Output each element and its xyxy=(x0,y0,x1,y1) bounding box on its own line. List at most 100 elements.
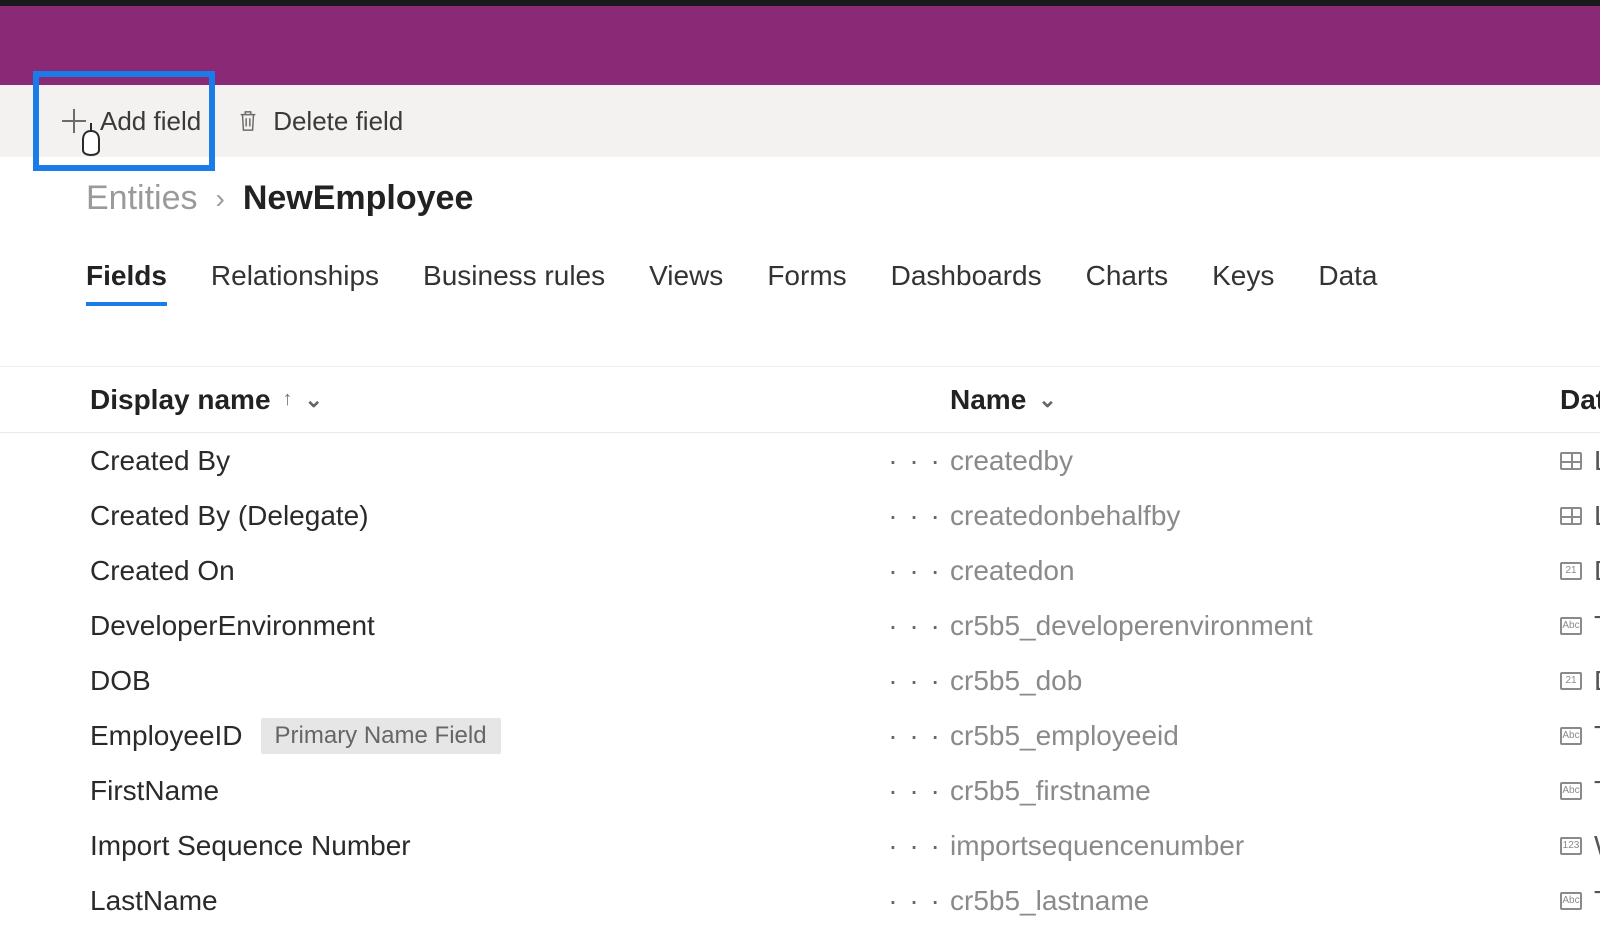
table-row[interactable]: Created By (Delegate) · · ·createdonbehal… xyxy=(0,488,1600,543)
name-cell: importsequencenumber xyxy=(950,830,1560,862)
name-cell: cr5b5_firstname xyxy=(950,775,1560,807)
display-name-cell: DOB xyxy=(90,665,880,697)
data-type-text: Date O xyxy=(1594,665,1600,697)
row-more-icon[interactable]: · · · xyxy=(880,610,950,642)
column-data-type-label: Data type xyxy=(1560,384,1600,416)
text-type-icon: Abc xyxy=(1560,727,1582,745)
data-type-cell: Lookup xyxy=(1560,445,1600,477)
row-more-icon[interactable]: · · · xyxy=(880,775,950,807)
chevron-down-icon[interactable]: ⌄ xyxy=(305,387,323,413)
tab-forms[interactable]: Forms xyxy=(767,260,846,306)
trash-icon xyxy=(237,108,259,134)
sort-ascending-icon: ↑ xyxy=(283,388,293,411)
data-type-text: Lookup xyxy=(1594,500,1600,532)
data-type-text: Text xyxy=(1594,720,1600,752)
display-name-cell: Created By xyxy=(90,445,880,477)
data-type-cell: 21 Date a xyxy=(1560,555,1600,587)
add-field-label: Add field xyxy=(100,106,201,137)
data-type-cell: Lookup xyxy=(1560,500,1600,532)
column-name-label: Name xyxy=(950,384,1026,416)
name-cell: createdon xyxy=(950,555,1560,587)
tab-dashboards[interactable]: Dashboards xyxy=(891,260,1042,306)
data-type-text: Text xyxy=(1594,610,1600,642)
tab-fields[interactable]: Fields xyxy=(86,260,167,306)
data-type-text: Date a xyxy=(1594,555,1600,587)
table-row[interactable]: LastName · · ·cr5b5_lastnameAbc Text xyxy=(0,873,1600,928)
fields-table: Display name ↑ ⌄ Name ⌄ Data type Create… xyxy=(0,366,1600,928)
text-type-icon: Abc xyxy=(1560,892,1582,910)
data-type-text: Whole xyxy=(1594,830,1600,862)
tab-charts[interactable]: Charts xyxy=(1086,260,1168,306)
tab-relationships[interactable]: Relationships xyxy=(211,260,379,306)
display-name-text: EmployeeID xyxy=(90,720,243,752)
row-more-icon[interactable]: · · · xyxy=(880,665,950,697)
app-header-bar xyxy=(0,6,1600,85)
breadcrumb-root[interactable]: Entities xyxy=(86,179,198,218)
data-type-cell: Abc Text xyxy=(1560,720,1600,752)
num-type-icon: 123 xyxy=(1560,837,1582,855)
data-type-cell: 21 Date O xyxy=(1560,665,1600,697)
name-cell: cr5b5_lastname xyxy=(950,885,1560,917)
display-name-cell: Created By (Delegate) xyxy=(90,500,880,532)
data-type-cell: Abc Text xyxy=(1560,610,1600,642)
table-row[interactable]: FirstName · · ·cr5b5_firstnameAbcText xyxy=(0,763,1600,818)
column-display-name[interactable]: Display name ↑ ⌄ xyxy=(90,384,880,416)
table-row[interactable]: EmployeeID Primary Name Field · · ·cr5b5_e… xyxy=(0,708,1600,763)
display-name-text: FirstName xyxy=(90,775,219,807)
tab-data[interactable]: Data xyxy=(1318,260,1377,306)
display-name-cell: LastName xyxy=(90,885,880,917)
display-name-text: Import Sequence Number xyxy=(90,830,411,862)
breadcrumb-current: NewEmployee xyxy=(243,179,474,218)
delete-field-label: Delete field xyxy=(273,106,403,137)
name-cell: cr5b5_dob xyxy=(950,665,1560,697)
tab-keys[interactable]: Keys xyxy=(1212,260,1274,306)
chevron-down-icon[interactable]: ⌄ xyxy=(1038,387,1056,413)
display-name-cell: Import Sequence Number xyxy=(90,830,880,862)
row-more-icon[interactable]: · · · xyxy=(880,445,950,477)
tab-business-rules[interactable]: Business rules xyxy=(423,260,605,306)
display-name-cell: Created On xyxy=(90,555,880,587)
name-cell: createdby xyxy=(950,445,1560,477)
text-type-icon: Abc xyxy=(1560,782,1582,800)
row-more-icon[interactable]: · · · xyxy=(880,885,950,917)
table-row[interactable]: Created On · · ·createdon21 Date a xyxy=(0,543,1600,598)
data-type-text: Text xyxy=(1594,885,1600,917)
row-more-icon[interactable]: · · · xyxy=(880,830,950,862)
primary-name-badge: Primary Name Field xyxy=(261,718,501,754)
table-row[interactable]: DOB · · ·cr5b5_dob21 Date O xyxy=(0,653,1600,708)
display-name-cell: DeveloperEnvironment xyxy=(90,610,880,642)
command-bar: Add field Delete field xyxy=(0,85,1600,157)
data-type-cell: Abc Text xyxy=(1560,885,1600,917)
display-name-text: Created By xyxy=(90,445,230,477)
display-name-cell: EmployeeID Primary Name Field xyxy=(90,718,880,754)
row-more-icon[interactable]: · · · xyxy=(880,500,950,532)
grid-type-icon xyxy=(1560,507,1582,525)
table-header: Display name ↑ ⌄ Name ⌄ Data type xyxy=(0,367,1600,433)
breadcrumb: Entities › NewEmployee xyxy=(0,157,1600,218)
row-more-icon[interactable]: · · · xyxy=(880,555,950,587)
date-type-icon: 21 xyxy=(1560,562,1582,580)
name-cell: createdonbehalfby xyxy=(950,500,1560,532)
column-data-type[interactable]: Data type xyxy=(1560,384,1600,416)
display-name-text: LastName xyxy=(90,885,218,917)
tab-views[interactable]: Views xyxy=(649,260,723,306)
display-name-text: DOB xyxy=(90,665,151,697)
delete-field-button[interactable]: Delete field xyxy=(227,98,413,145)
name-cell: cr5b5_employeeid xyxy=(950,720,1560,752)
table-row[interactable]: Import Sequence Number · · ·importsequenc… xyxy=(0,818,1600,873)
add-field-button[interactable]: Add field xyxy=(52,98,211,145)
chevron-right-icon: › xyxy=(216,183,225,215)
data-type-cell: AbcText xyxy=(1560,775,1600,807)
row-more-icon[interactable]: · · · xyxy=(880,720,950,752)
display-name-cell: FirstName xyxy=(90,775,880,807)
date-type-icon: 21 xyxy=(1560,672,1582,690)
text-type-icon: Abc xyxy=(1560,617,1582,635)
tutorial-cursor-icon xyxy=(78,120,104,156)
display-name-text: Created On xyxy=(90,555,235,587)
column-display-name-label: Display name xyxy=(90,384,271,416)
column-name[interactable]: Name ⌄ xyxy=(950,384,1560,416)
name-cell: cr5b5_developerenvironment xyxy=(950,610,1560,642)
display-name-text: Created By (Delegate) xyxy=(90,500,369,532)
table-row[interactable]: Created By · · ·createdbyLookup xyxy=(0,433,1600,488)
table-row[interactable]: DeveloperEnvironment· · ·cr5b5_developer… xyxy=(0,598,1600,653)
